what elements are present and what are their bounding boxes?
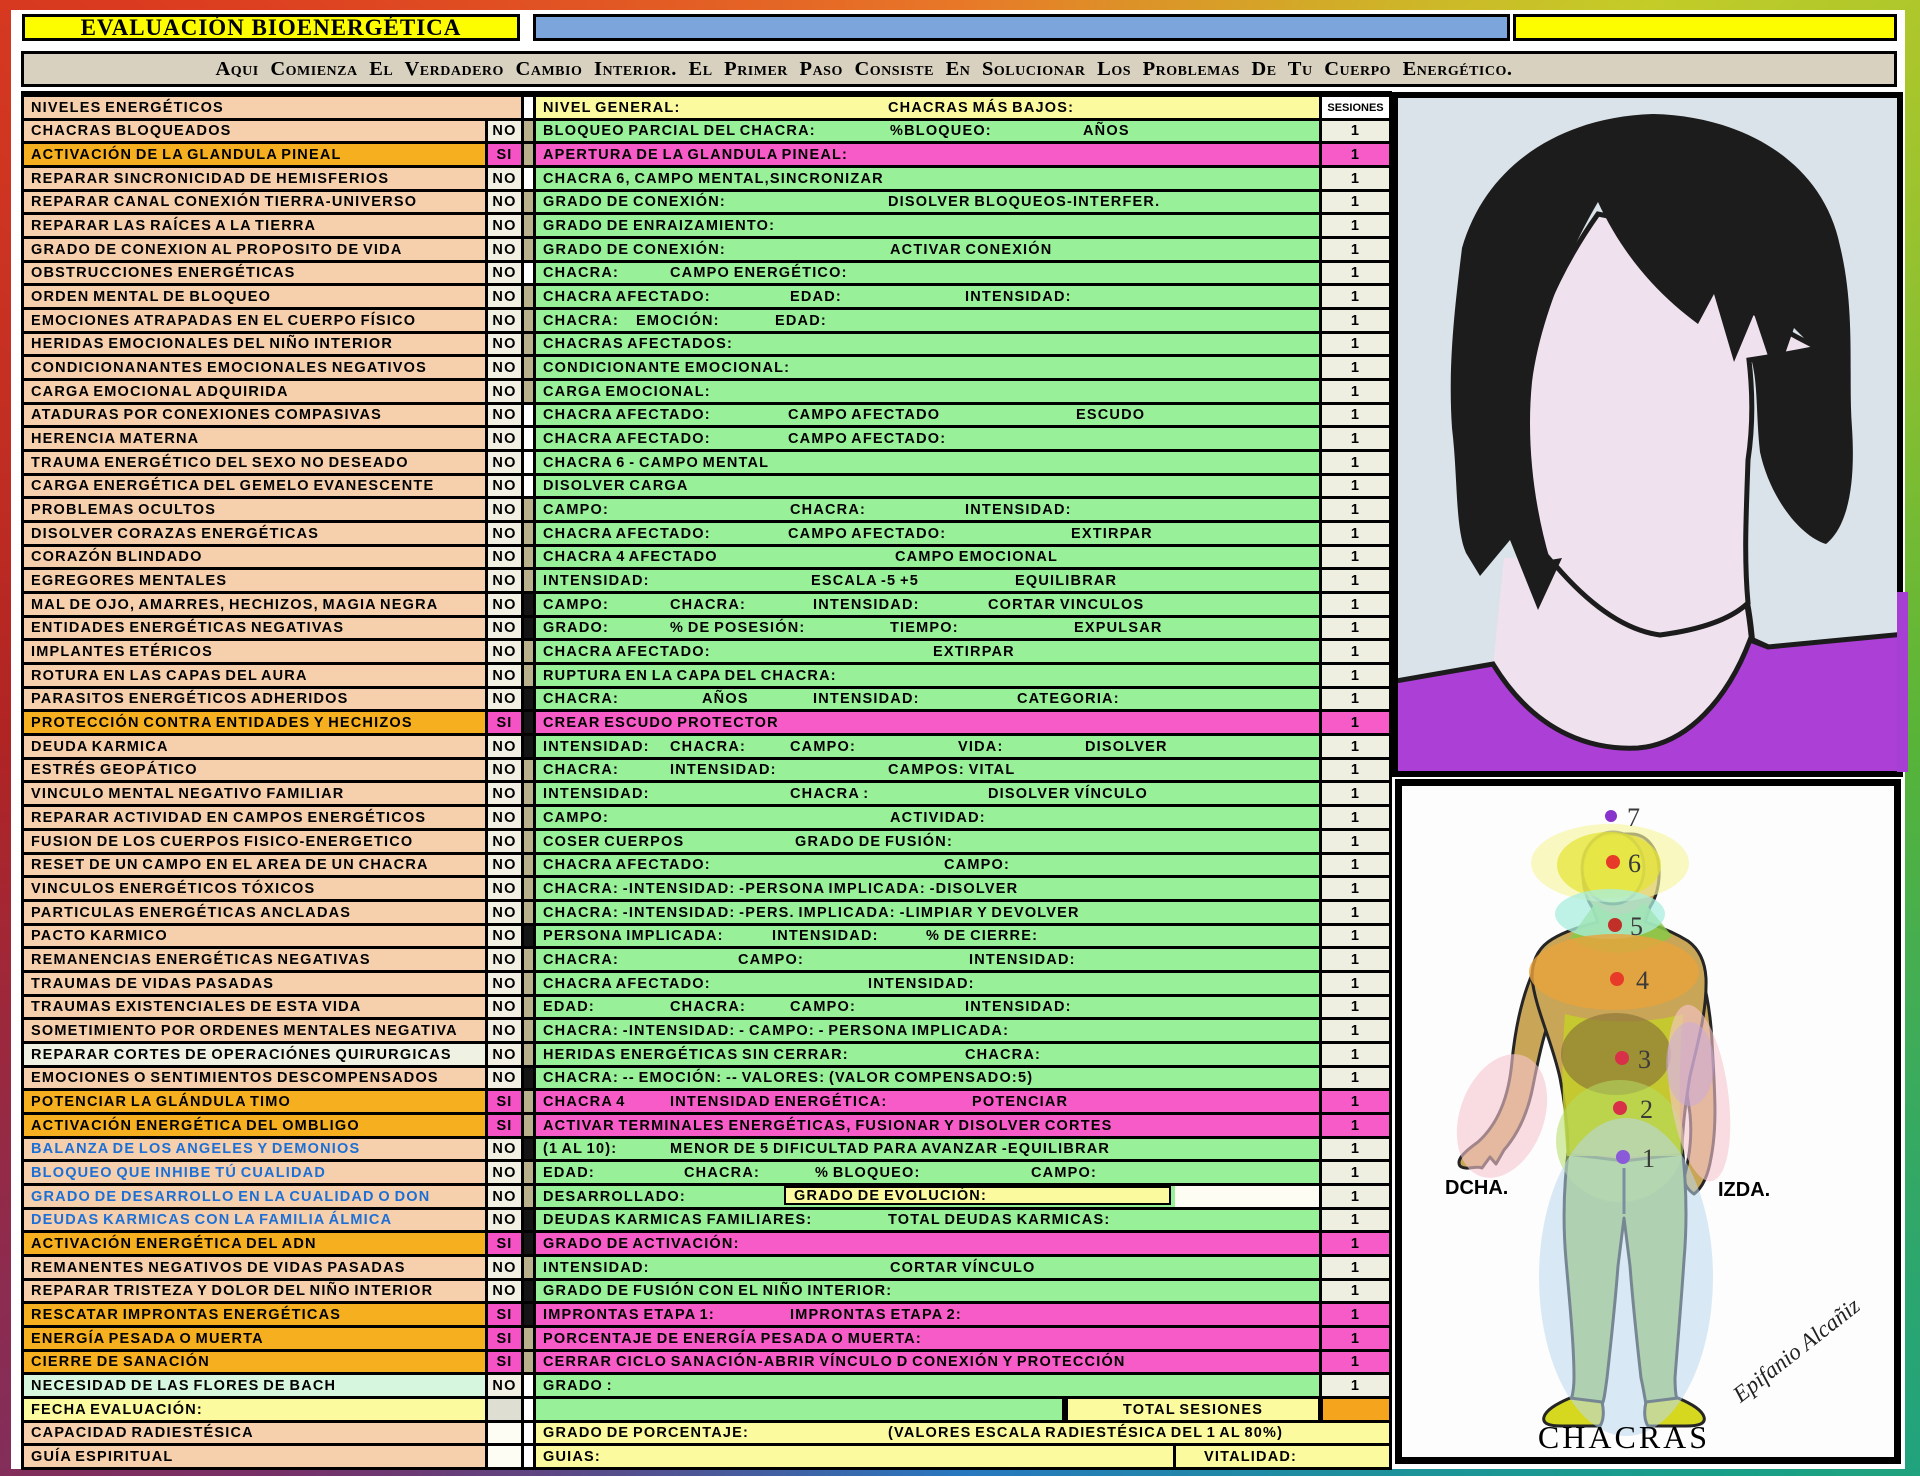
svg-text:IZDA.: IZDA. [1718,1179,1770,1201]
svg-text:DCHA.: DCHA. [1445,1177,1508,1199]
svg-text:6: 6 [1628,849,1641,878]
svg-text:5: 5 [1630,912,1643,941]
svg-text:1: 1 [1642,1144,1655,1173]
svg-text:2: 2 [1640,1095,1653,1124]
svg-text:3: 3 [1638,1045,1651,1074]
svg-text:7: 7 [1627,803,1640,832]
svg-text:CHACRAS: CHACRAS [1538,1419,1710,1455]
svg-text:4: 4 [1636,966,1649,995]
